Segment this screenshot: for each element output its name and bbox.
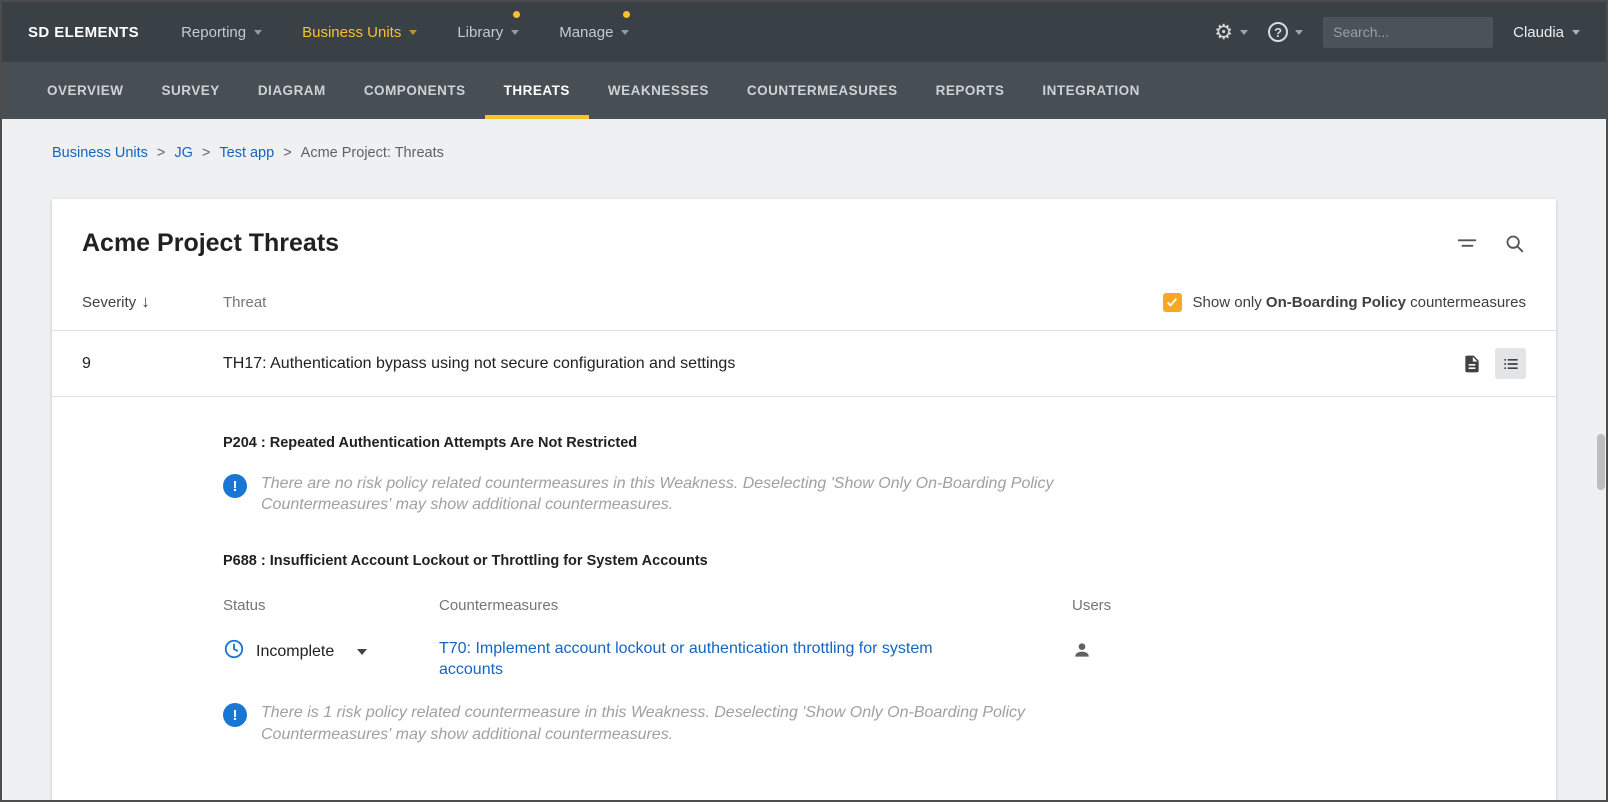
policy-note-text: There are no risk policy related counter… [261,473,1091,515]
help-icon: ? [1268,22,1288,42]
chevron-down-icon [254,30,262,35]
gear-icon: ⚙ [1214,22,1233,43]
nav-item-reporting[interactable]: Reporting [181,24,262,41]
weakness-title-p204: P204 : Repeated Authentication Attempts … [223,435,1526,451]
chevron-down-icon [357,649,367,655]
chevron-down-icon [621,30,629,35]
sd-elements-logo[interactable]: SD ELEMENTS [28,24,139,41]
severity-sort-header[interactable]: Severity ↓ [82,292,223,312]
page-title: Acme Project Threats [82,229,339,258]
notification-dot [513,11,520,18]
list-view-button[interactable] [1495,348,1526,379]
nav-label: Reporting [181,24,246,41]
user-name: Claudia [1513,24,1564,41]
card-header: Acme Project Threats [52,199,1556,282]
help-menu-button[interactable]: ? [1268,22,1303,42]
threat-row[interactable]: 9 TH17: Authentication bypass using not … [52,331,1556,397]
status-dropdown[interactable]: Incomplete [223,638,439,665]
breadcrumb-separator: > [283,145,291,161]
notification-dot [623,11,630,18]
countermeasures-column-header: Countermeasures [439,597,1072,614]
tab-survey[interactable]: SURVEY [143,62,239,119]
threat-details: P204 : Repeated Authentication Attempts … [52,435,1556,802]
tab-weaknesses[interactable]: WEAKNESSES [589,62,728,119]
tab-threats[interactable]: THREATS [485,62,589,119]
nav-label: Business Units [302,24,401,41]
chevron-down-icon [409,30,417,35]
breadcrumb: Business Units > JG > Test app > Acme Project:… [2,119,1606,161]
nav-item-library[interactable]: Library [457,24,519,41]
user-assign-icon[interactable] [1072,647,1092,664]
app-window: SD ELEMENTS Reporting Business Units Lib… [0,0,1608,802]
info-icon: ! [223,703,247,727]
countermeasure-row: Incomplete T70: Implement account lockou… [223,638,1526,680]
filter-checkbox-label: Show only On-Boarding Policy countermeas… [1193,294,1526,311]
nav-item-manage[interactable]: Manage [559,24,629,41]
scrollbar-thumb[interactable] [1597,434,1605,490]
status-value: Incomplete [256,643,334,661]
threat-row-actions [1456,348,1526,379]
clock-icon [223,638,245,665]
policy-note: ! There are no risk policy related count… [223,473,1526,515]
main-nav: Reporting Business Units Library Manage [181,24,669,41]
breadcrumb-separator: > [202,145,210,161]
tab-countermeasures[interactable]: COUNTERMEASURES [728,62,917,119]
countermeasure-link[interactable]: T70: Implement account lockout or authen… [439,638,984,680]
chevron-down-icon [511,30,519,35]
weakness-title-p688: P688 : Insufficient Account Lockout or T… [223,553,1526,569]
project-tabs: OVERVIEW SURVEY DIAGRAM COMPONENTS THREA… [2,62,1606,119]
tab-overview[interactable]: OVERVIEW [28,62,143,119]
breadcrumb-link-business-units[interactable]: Business Units [52,145,148,161]
breadcrumb-link-jg[interactable]: JG [174,145,193,161]
chevron-down-icon [1240,30,1248,35]
policy-note: ! There is 1 risk policy related counter… [223,702,1526,744]
chevron-down-icon [1572,30,1580,35]
topbar-right: ⚙ ? Claudia [1214,17,1580,48]
threat-severity: 9 [82,355,223,373]
policy-note-text: There is 1 risk policy related counterme… [261,702,1091,744]
sort-descending-icon: ↓ [141,292,150,312]
card-actions [1456,233,1526,255]
settings-menu-button[interactable]: ⚙ [1214,22,1248,43]
info-icon: ! [223,474,247,498]
breadcrumb-current: Acme Project: Threats [301,145,444,161]
status-column-header: Status [223,597,439,614]
table-header-row: Severity ↓ Threat Show only On-Boarding … [52,282,1556,331]
user-menu[interactable]: Claudia [1513,24,1580,41]
chevron-down-icon [1295,30,1303,35]
threat-title: TH17: Authentication bypass using not se… [223,355,1436,373]
tab-diagram[interactable]: DIAGRAM [239,62,345,119]
checkbox-checked-icon [1163,293,1182,312]
breadcrumb-link-test-app[interactable]: Test app [219,145,274,161]
users-column-header: Users [1072,597,1526,614]
threat-header-label: Threat [223,294,1163,311]
tab-components[interactable]: COMPONENTS [345,62,485,119]
tab-reports[interactable]: REPORTS [917,62,1024,119]
nav-item-business-units[interactable]: Business Units [302,24,417,41]
onboarding-policy-filter-checkbox[interactable]: Show only On-Boarding Policy countermeas… [1163,293,1526,312]
threats-card: Acme Project Threats Severity ↓ Threat [52,199,1556,802]
nav-label: Manage [559,24,613,41]
countermeasure-table-header: Status Countermeasures Users [223,597,1526,614]
tab-integration[interactable]: INTEGRATION [1023,62,1159,119]
breadcrumb-separator: > [157,145,165,161]
search-input[interactable] [1323,17,1493,48]
document-view-button[interactable] [1456,348,1487,379]
filter-icon[interactable] [1456,233,1478,255]
top-navigation-bar: SD ELEMENTS Reporting Business Units Lib… [2,2,1606,62]
search-icon[interactable] [1504,233,1526,255]
nav-label: Library [457,24,503,41]
severity-header-label: Severity [82,294,136,311]
